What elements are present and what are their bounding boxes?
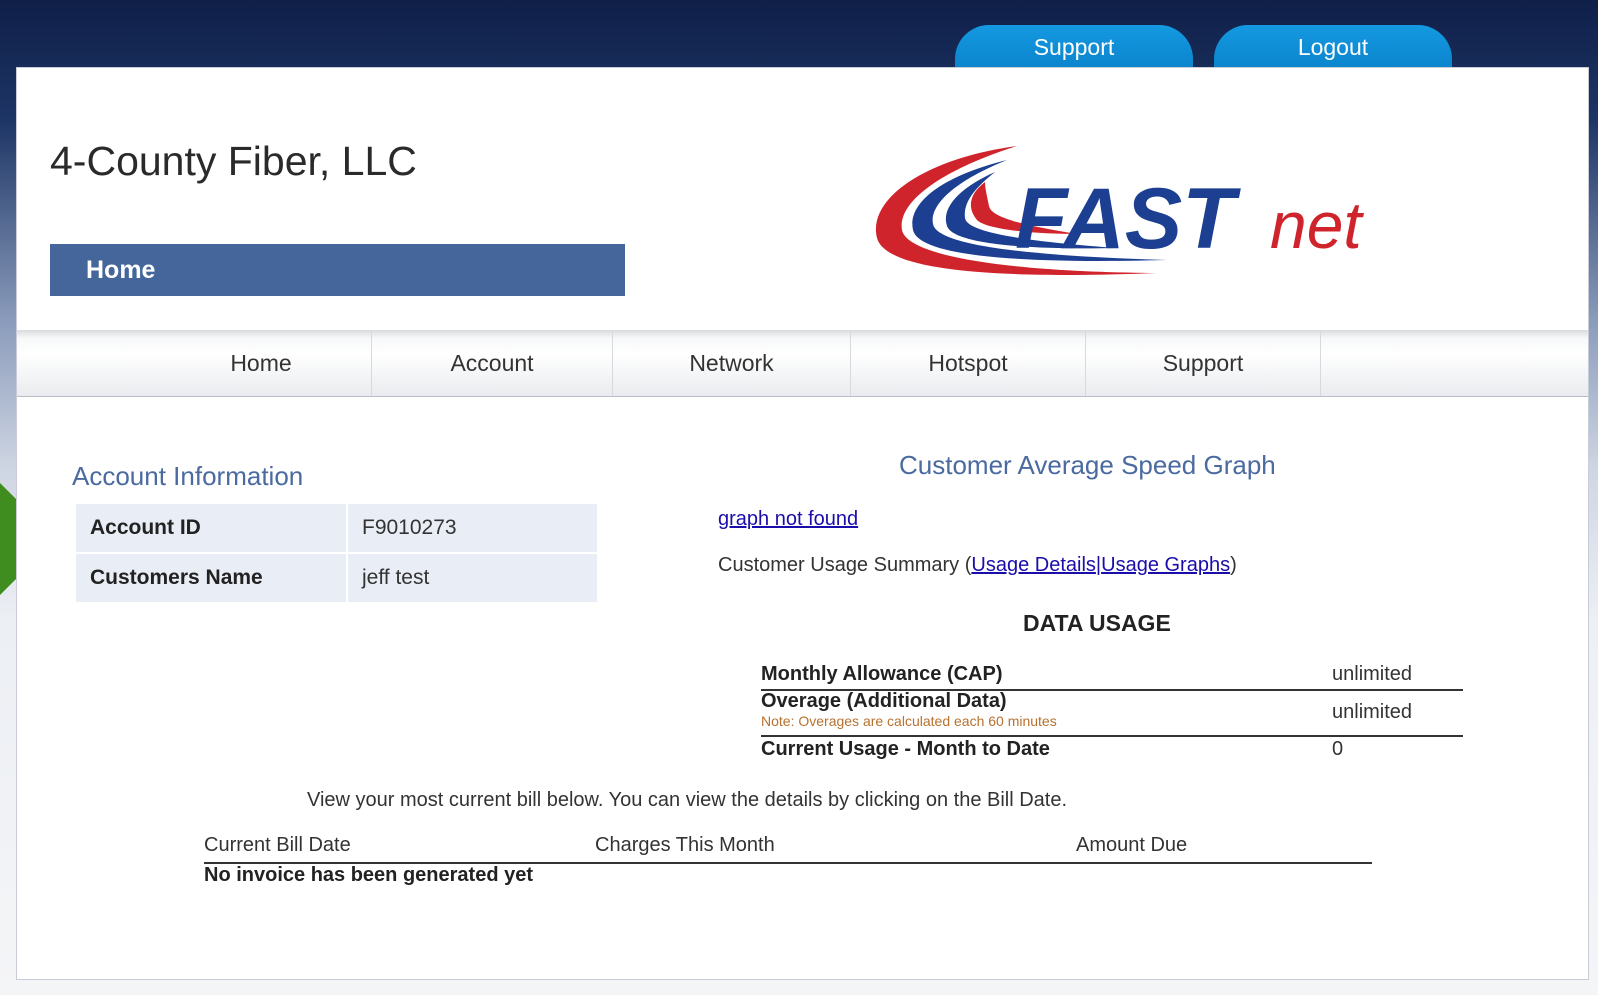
account-info-title: Account Information [72, 461, 304, 491]
main-nav: Home Account Network Hotspot Support [17, 330, 1588, 397]
usage-summary-label: Customer Usage Summary ( [718, 554, 972, 576]
table-row: Account ID F9010273 [76, 504, 597, 552]
nav-home[interactable]: Home [151, 330, 372, 396]
customer-name-label: Customers Name [76, 554, 346, 602]
nav-support[interactable]: Support [1086, 330, 1321, 396]
nav-network[interactable]: Network [613, 330, 851, 396]
account-info-table: Account ID F9010273 Customers Name jeff … [74, 502, 599, 604]
monthly-allowance-label: Monthly Allowance (CAP) [761, 663, 1003, 685]
usage-summary: Customer Usage Summary (Usage Details|Us… [718, 554, 1237, 577]
bill-date-header: Current Bill Date [204, 834, 351, 856]
account-id-label: Account ID [76, 504, 346, 552]
section-title-bar: Home [50, 244, 625, 296]
charges-header: Charges This Month [595, 834, 775, 856]
speed-graph-title: Customer Average Speed Graph [899, 450, 1276, 480]
amount-due-header: Amount Due [1076, 834, 1188, 856]
usage-details-link[interactable]: Usage Details [971, 554, 1096, 576]
customer-name-value: jeff test [348, 554, 597, 602]
usage-summary-suffix: ) [1230, 554, 1237, 576]
current-usage-label: Current Usage - Month to Date [761, 738, 1050, 760]
account-id-value: F9010273 [348, 504, 597, 552]
overage-value: unlimited [1332, 701, 1413, 723]
bill-table-header: Current Bill Date Charges This Month Amo… [204, 834, 1372, 864]
no-invoice-message: No invoice has been generated yet [204, 864, 533, 886]
monthly-allowance-value: unlimited [1332, 663, 1413, 685]
company-name: 4-County Fiber, LLC [50, 138, 417, 184]
logo-text-bold: FAST [1015, 171, 1241, 267]
fastnet-logo: FAST net [875, 146, 1364, 275]
nav-account[interactable]: Account [372, 330, 613, 396]
logout-top-tab[interactable]: Logout [1214, 25, 1452, 69]
logo-text-light: net [1270, 188, 1364, 262]
bill-instructions: View your most current bill below. You c… [307, 789, 1068, 811]
graph-not-found-link[interactable]: graph not found [718, 508, 858, 531]
data-usage-row: Monthly Allowance (CAP) unlimited [761, 663, 1463, 691]
table-row: Customers Name jeff test [76, 554, 597, 602]
section-title: Home [86, 255, 156, 284]
current-usage-value: 0 [1332, 738, 1344, 760]
support-top-tab[interactable]: Support [955, 25, 1193, 69]
usage-graphs-link[interactable]: Usage Graphs [1101, 554, 1230, 576]
data-usage-title: DATA USAGE [1023, 610, 1171, 636]
data-usage-row: Current Usage - Month to Date 0 [761, 738, 1463, 764]
main-panel: 4-County Fiber, LLC Home FAST net Home A… [16, 67, 1589, 980]
nav-hotspot[interactable]: Hotspot [851, 330, 1086, 396]
data-usage-row: Overage (Additional Data) Note: Overages… [761, 690, 1463, 737]
